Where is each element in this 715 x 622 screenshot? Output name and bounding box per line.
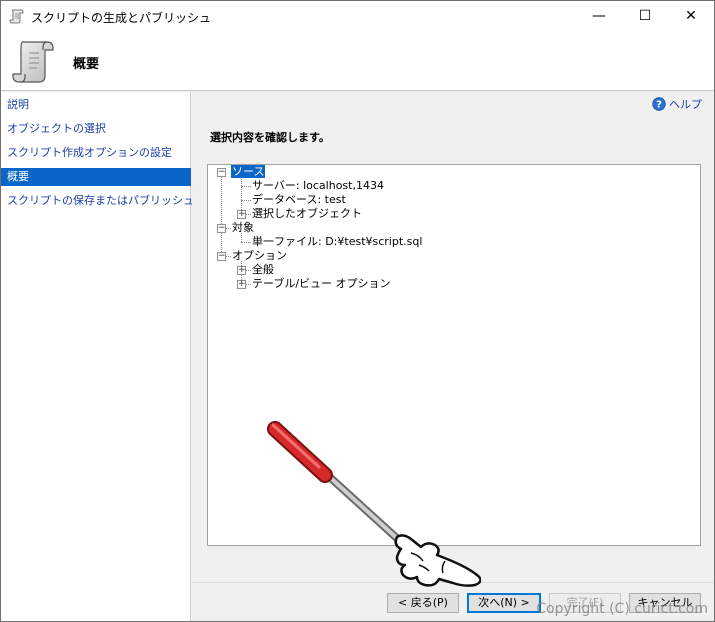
summary-heading: 選択内容を確認します。 xyxy=(210,131,330,144)
dialog-window: スクリプトの生成とパブリッシュ — ☐ ✕ 概要 説明 オブジェクトの選択 スク… xyxy=(0,0,715,622)
expand-icon[interactable]: + xyxy=(237,280,246,289)
page-title: 概要 xyxy=(73,57,100,72)
pointer-stick-illustration xyxy=(267,421,481,587)
collapse-icon[interactable]: − xyxy=(217,168,226,177)
tree-node-source[interactable]: ソース xyxy=(231,165,266,179)
nav-item-description[interactable]: 説明 xyxy=(1,96,191,114)
minimize-button[interactable]: — xyxy=(576,1,622,31)
tree-node-database[interactable]: データベース: test xyxy=(251,193,347,207)
expand-icon[interactable]: + xyxy=(237,266,246,275)
nav-item-save-or-publish[interactable]: スクリプトの保存またはパブリッシュ xyxy=(1,192,194,210)
tree-node-options[interactable]: オプション xyxy=(231,249,288,263)
script-scroll-icon xyxy=(9,9,24,24)
help-link[interactable]: ? ヘルプ xyxy=(652,96,702,112)
maximize-button[interactable]: ☐ xyxy=(622,1,668,31)
gloved-hand-icon xyxy=(394,534,481,587)
tree-node-single-file[interactable]: 単一ファイル: D:¥test¥script.sql xyxy=(251,235,423,249)
tree-node-server[interactable]: サーバー: localhost,1434 xyxy=(251,179,385,193)
maximize-icon: ☐ xyxy=(638,8,652,24)
minimize-icon: — xyxy=(592,8,606,24)
script-scroll-icon xyxy=(12,41,54,83)
svg-text:?: ? xyxy=(656,100,662,111)
nav-item-scripting-options[interactable]: スクリプト作成オプションの設定 xyxy=(1,144,191,162)
collapse-icon[interactable]: − xyxy=(217,252,226,261)
close-icon: ✕ xyxy=(685,8,697,24)
copyright-watermark: Copyright (C) curict.com xyxy=(536,601,708,617)
close-button[interactable]: ✕ xyxy=(668,1,714,31)
tree-node-table-view-options[interactable]: テーブル/ビュー オプション xyxy=(251,277,392,291)
tree-connector xyxy=(241,186,251,187)
nav-item-select-objects[interactable]: オブジェクトの選択 xyxy=(1,120,191,138)
tree-connector xyxy=(221,176,222,260)
tree-connector xyxy=(241,200,251,201)
nav-item-summary[interactable]: 概要 xyxy=(1,168,191,186)
tree-node-general[interactable]: 全般 xyxy=(251,263,275,277)
expand-icon[interactable]: + xyxy=(237,210,246,219)
help-icon: ? xyxy=(652,97,666,111)
tree-node-target[interactable]: 対象 xyxy=(231,221,255,235)
wizard-steps-nav: 説明 オブジェクトの選択 スクリプト作成オプションの設定 概要 スクリプトの保存… xyxy=(1,92,194,621)
tree-connector xyxy=(241,242,251,243)
window-title: スクリプトの生成とパブリッシュ xyxy=(31,11,212,25)
title-bar: スクリプトの生成とパブリッシュ — ☐ ✕ xyxy=(1,1,714,31)
collapse-icon[interactable]: − xyxy=(217,224,226,233)
page-header: 概要 xyxy=(1,31,714,91)
tree-node-selected-objects[interactable]: 選択したオブジェクト xyxy=(251,207,363,221)
help-label: ヘルプ xyxy=(669,98,702,111)
